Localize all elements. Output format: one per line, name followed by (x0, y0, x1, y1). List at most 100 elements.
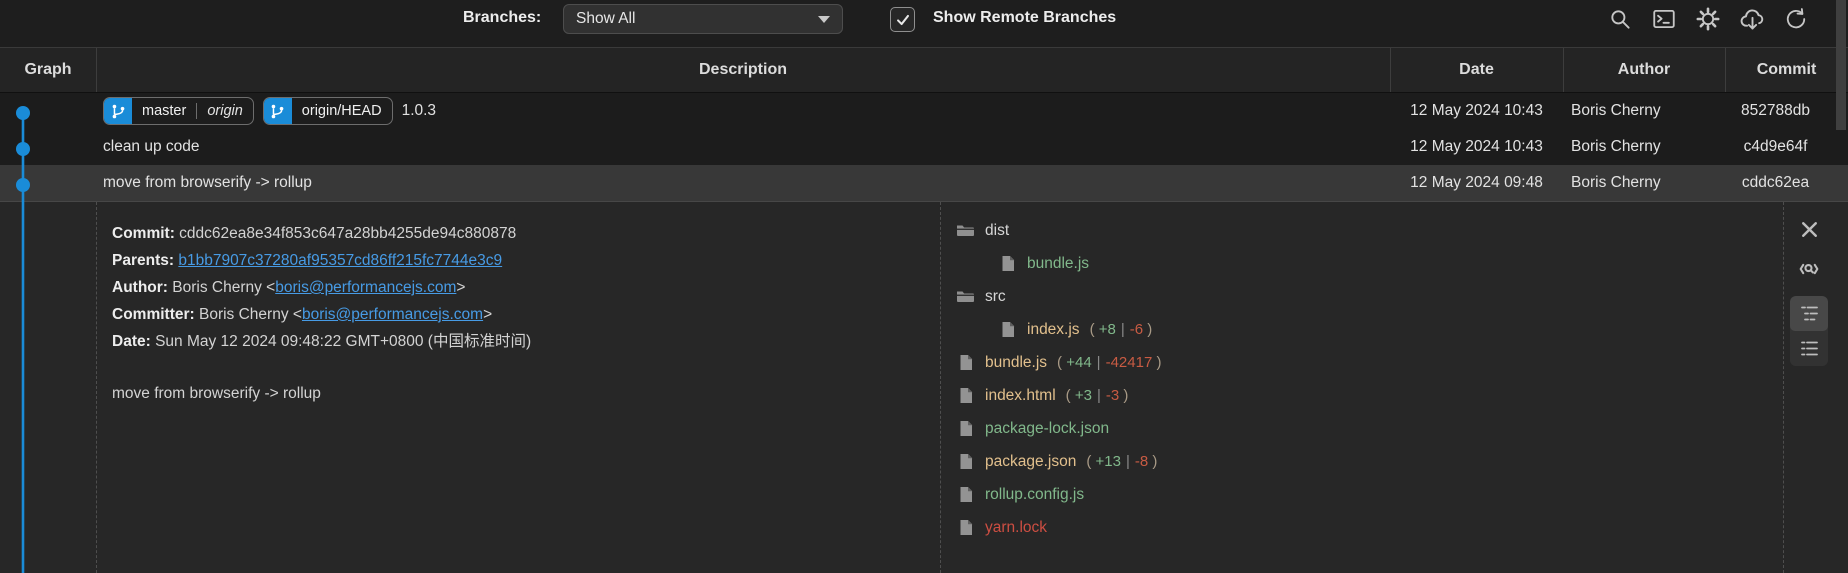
date-cell: 12 May 2024 10:43 (1390, 138, 1563, 156)
date-cell: 12 May 2024 10:43 (1390, 102, 1563, 120)
file-name: src (985, 288, 1006, 306)
branches-label: Branches: (463, 9, 541, 27)
commit-row[interactable]: clean up code 12 May 2024 10:43 Boris Ch… (0, 129, 1848, 165)
file-icon (956, 420, 975, 437)
folder-icon (956, 222, 975, 239)
file-row[interactable]: index.js +8|-6 (941, 313, 1701, 346)
file-icon (956, 519, 975, 536)
angle-open: < (293, 306, 302, 323)
file-row[interactable]: package-lock.json (941, 412, 1701, 445)
date-cell: 12 May 2024 09:48 (1390, 174, 1563, 192)
column-resize-handle[interactable] (1725, 48, 1726, 92)
column-header-author: Author (1563, 61, 1725, 79)
file-icon (998, 321, 1017, 338)
stats-separator: | (1116, 321, 1130, 338)
angle-close: > (456, 279, 465, 296)
commit-node[interactable] (16, 178, 30, 192)
commit-node[interactable] (16, 142, 30, 156)
angle-open: < (266, 279, 275, 296)
branch-label-master[interactable]: master origin (103, 97, 254, 125)
parents-label: Parents: (112, 252, 174, 269)
file-tree-view-button[interactable] (1790, 296, 1828, 331)
table-header: Graph Description Date Author Commit (0, 47, 1848, 93)
commit-date: Sun May 12 2024 09:48:22 GMT+0800 (中国标准时… (155, 333, 531, 350)
fetch-button[interactable] (1736, 3, 1768, 35)
commit-full-message: move from browserify -> rollup (112, 380, 531, 407)
folder-icon (956, 288, 975, 305)
file-icon (956, 453, 975, 470)
close-panel-button[interactable] (1790, 214, 1828, 244)
terminal-button[interactable] (1648, 3, 1680, 35)
git-branch-icon (264, 97, 292, 125)
file-row[interactable]: bundle.js +44|-42417 (941, 346, 1701, 379)
git-branch-icon (104, 97, 132, 125)
panel-actions (1789, 214, 1829, 366)
file-row[interactable]: index.html +3|-3 (941, 379, 1701, 412)
description-cell: master origin origin/HEAD 1.0.3 (96, 97, 1390, 125)
file-icon (998, 255, 1017, 272)
date-label: Date: (112, 333, 151, 350)
search-icon (1607, 6, 1633, 32)
deletions: -8 (1135, 453, 1148, 470)
commit-hash-cell: cddc62ea (1725, 174, 1848, 192)
git-graph-view: Branches: Show All Show Remote Branches (0, 0, 1848, 573)
checkmark-icon (894, 11, 912, 29)
column-resize-handle[interactable] (96, 48, 97, 92)
author-email-link[interactable]: boris@performancejs.com (275, 279, 456, 296)
commit-message: clean up code (103, 138, 200, 156)
file-row[interactable]: package.json +13|-8 (941, 445, 1701, 478)
file-change-stats: +8|-6 (1090, 321, 1153, 338)
file-name: package.json (985, 453, 1076, 471)
stats-separator: | (1092, 354, 1106, 371)
branch-name: master (132, 103, 196, 119)
description-cell: clean up code (96, 138, 1390, 156)
search-button[interactable] (1604, 3, 1636, 35)
stats-separator: | (1121, 453, 1135, 470)
file-icon (956, 354, 975, 371)
file-icon (956, 486, 975, 503)
terminal-icon (1651, 6, 1677, 32)
panel-divider (96, 202, 97, 573)
commit-node[interactable] (16, 106, 30, 120)
branches-dropdown-value: Show All (576, 10, 818, 28)
file-row[interactable]: bundle.js (941, 247, 1701, 280)
refresh-button[interactable] (1780, 3, 1812, 35)
file-row[interactable]: rollup.config.js (941, 478, 1701, 511)
show-remote-branches-checkbox[interactable] (890, 7, 915, 32)
toolbar: Branches: Show All Show Remote Branches (0, 0, 1848, 47)
code-review-button[interactable] (1790, 254, 1828, 284)
additions: +13 (1096, 453, 1121, 470)
commit-hash-cell: c4d9e64f (1725, 138, 1848, 156)
parent-hash-link[interactable]: b1bb7907c37280af95357cd86ff215fc7744e3c9 (178, 252, 502, 269)
file-list-view-button[interactable] (1790, 331, 1828, 366)
folder-row[interactable]: src (941, 280, 1701, 313)
author-label: Author: (112, 279, 168, 296)
branches-dropdown[interactable]: Show All (563, 4, 843, 34)
file-tree: dist bundle.js (941, 214, 1701, 544)
column-resize-handle[interactable] (1563, 48, 1564, 92)
toolbar-icons (1604, 3, 1812, 35)
column-header-graph: Graph (0, 61, 96, 79)
branch-label-origin-head[interactable]: origin/HEAD (263, 97, 393, 125)
committer-label: Committer: (112, 306, 195, 323)
panel-divider (1783, 202, 1784, 573)
deletions: -42417 (1106, 354, 1153, 371)
committer-name: Boris Cherny (199, 306, 289, 323)
file-change-stats: +3|-3 (1066, 387, 1129, 404)
file-row[interactable]: yarn.lock (941, 511, 1701, 544)
angle-close: > (483, 306, 492, 323)
file-name: dist (985, 222, 1009, 240)
committer-email-link[interactable]: boris@performancejs.com (302, 306, 483, 323)
folder-row[interactable]: dist (941, 214, 1701, 247)
column-resize-handle[interactable] (1390, 48, 1391, 92)
file-change-stats: +44|-42417 (1057, 354, 1161, 371)
file-change-stats: +13|-8 (1086, 453, 1157, 470)
commit-row[interactable]: master origin origin/HEAD 1.0.3 (0, 93, 1848, 129)
author-cell: Boris Cherny (1563, 138, 1725, 156)
commit-label: Commit: (112, 225, 175, 242)
additions: +3 (1075, 387, 1092, 404)
settings-button[interactable] (1692, 3, 1724, 35)
commit-row-selected[interactable]: move from browserify -> rollup 12 May 20… (0, 165, 1848, 201)
vertical-scrollbar[interactable] (1836, 0, 1846, 130)
additions: +44 (1066, 354, 1091, 371)
